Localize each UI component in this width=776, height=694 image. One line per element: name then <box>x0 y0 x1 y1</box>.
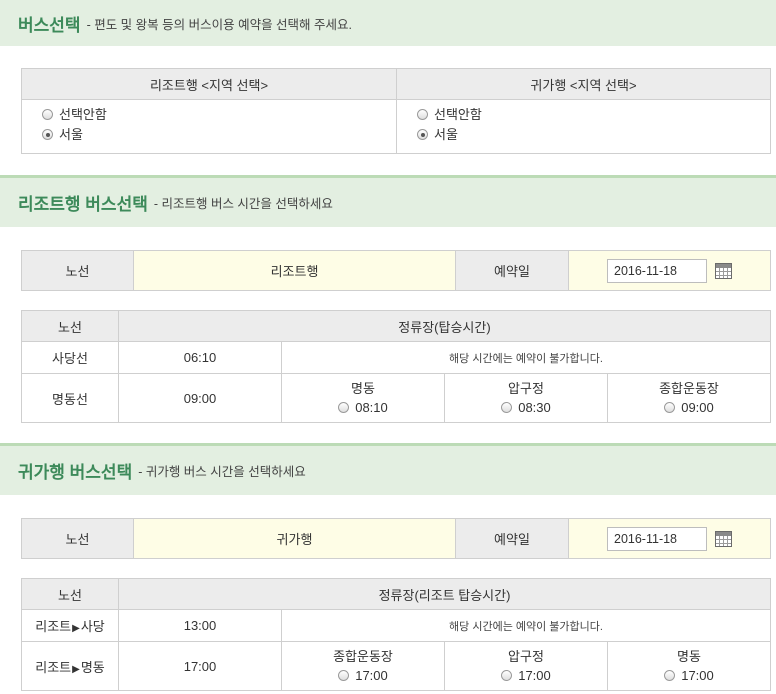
stop-option[interactable]: 종합운동장 09:00 <box>607 373 771 423</box>
col-route: 노선 <box>21 310 119 342</box>
arrow-right-icon: ▶ <box>72 663 80 675</box>
col-route: 노선 <box>21 578 119 610</box>
route-name: 리조트▶명동 <box>21 641 119 691</box>
stop-time: 17:00 <box>355 668 388 683</box>
radio-icon[interactable] <box>664 670 676 681</box>
departure-time: 06:10 <box>118 341 282 374</box>
section-title: 리조트행 버스선택 <box>18 195 148 214</box>
section-description: - 편도 및 왕복 등의 버스이용 예약을 선택해 주세요. <box>86 17 352 32</box>
return-region-options: 선택안함 서울 <box>396 99 771 154</box>
date-cell: 2016-11-18 <box>568 250 771 291</box>
unavailable-note: 해당 시간에는 예약이 불가합니다. <box>281 609 771 642</box>
arrow-right-icon: ▶ <box>72 623 80 634</box>
departure-time: 09:00 <box>118 373 282 423</box>
col-stops: 정류장(탑승시간) <box>118 310 771 342</box>
route-value: 귀가행 <box>133 518 456 559</box>
calendar-icon[interactable] <box>715 262 732 279</box>
section-title: 귀가행 버스선택 <box>18 463 133 482</box>
radio-checked-icon[interactable] <box>42 129 53 140</box>
resort-region-header: 리조트행 <지역 선택> <box>21 68 397 100</box>
route-name: 사당선 <box>21 341 119 374</box>
section-description: - 귀가행 버스 시간을 선택하세요 <box>138 465 306 479</box>
return-option-none[interactable]: 선택안함 <box>417 105 750 125</box>
region-select-table: 리조트행 <지역 선택> 귀가행 <지역 선택> 선택안함 서울 선택안함 서울 <box>21 68 771 154</box>
return-bus-header: 귀가행 버스선택 - 귀가행 버스 시간을 선택하세요 <box>0 443 776 495</box>
resort-bus-header: 리조트행 버스선택 - 리조트행 버스 시간을 선택하세요 <box>0 175 776 227</box>
stop-time: 09:00 <box>681 400 714 415</box>
section-description: - 리조트행 버스 시간을 선택하세요 <box>153 197 333 211</box>
return-region-header: 귀가행 <지역 선택> <box>396 68 771 100</box>
stop-time: 08:30 <box>518 400 551 415</box>
stop-name: 종합운동장 <box>333 649 393 664</box>
stop-time: 17:00 <box>681 668 714 683</box>
resort-option-none[interactable]: 선택안함 <box>42 105 376 125</box>
stop-name: 종합운동장 <box>659 381 719 396</box>
stop-time: 08:10 <box>355 400 388 415</box>
stop-option[interactable]: 명동 08:10 <box>281 373 445 423</box>
resort-timetable: 노선 정류장(탑승시간) 사당선 06:10 해당 시간에는 예약이 불가합니다… <box>21 310 771 423</box>
table-row: 리조트▶사당 13:00 해당 시간에는 예약이 불가합니다. <box>21 609 771 642</box>
date-label: 예약일 <box>455 518 569 559</box>
calendar-icon[interactable] <box>715 530 732 547</box>
radio-icon[interactable] <box>42 109 53 120</box>
radio-icon[interactable] <box>338 402 350 413</box>
radio-icon[interactable] <box>338 670 350 681</box>
date-label: 예약일 <box>455 250 569 291</box>
bus-select-header: 버스선택 - 편도 및 왕복 등의 버스이용 예약을 선택해 주세요. <box>0 0 776 46</box>
radio-icon[interactable] <box>664 402 676 413</box>
stop-name: 명동 <box>351 381 375 396</box>
date-cell: 2016-11-18 <box>568 518 771 559</box>
radio-checked-icon[interactable] <box>417 129 428 140</box>
departure-time: 17:00 <box>118 641 282 691</box>
stop-name: 압구정 <box>508 649 544 664</box>
unavailable-note: 해당 시간에는 예약이 불가합니다. <box>281 341 771 374</box>
resort-route-info-table: 노선 리조트행 예약일 2016-11-18 <box>21 250 771 291</box>
route-label: 노선 <box>21 518 134 559</box>
radio-icon[interactable] <box>501 670 513 681</box>
col-stops: 정류장(리조트 탑승시간) <box>118 578 771 610</box>
date-input[interactable]: 2016-11-18 <box>607 526 707 551</box>
stop-option[interactable]: 압구정 08:30 <box>444 373 608 423</box>
route-value: 리조트행 <box>133 250 456 291</box>
table-row: 사당선 06:10 해당 시간에는 예약이 불가합니다. <box>21 341 771 374</box>
stop-option[interactable]: 압구정 17:00 <box>444 641 608 691</box>
resort-option-seoul[interactable]: 서울 <box>42 125 376 145</box>
departure-time: 13:00 <box>118 609 282 642</box>
stop-option[interactable]: 명동 17:00 <box>607 641 771 691</box>
route-label: 노선 <box>21 250 134 291</box>
table-row: 리조트▶명동 17:00 종합운동장 17:00 압구정 17:00 명동 17… <box>21 641 771 691</box>
date-input[interactable]: 2016-11-18 <box>607 258 707 283</box>
route-name: 명동선 <box>21 373 119 423</box>
route-name: 리조트▶사당 <box>21 609 119 642</box>
radio-icon[interactable] <box>417 109 428 120</box>
radio-icon[interactable] <box>501 402 513 413</box>
stop-option[interactable]: 종합운동장 17:00 <box>281 641 445 691</box>
return-route-info-table: 노선 귀가행 예약일 2016-11-18 <box>21 518 771 559</box>
return-option-seoul[interactable]: 서울 <box>417 125 750 145</box>
section-title: 버스선택 <box>18 15 81 35</box>
table-row: 명동선 09:00 명동 08:10 압구정 08:30 종합운동장 09:00 <box>21 373 771 423</box>
resort-region-options: 선택안함 서울 <box>21 99 397 154</box>
return-timetable: 노선 정류장(리조트 탑승시간) 리조트▶사당 13:00 해당 시간에는 예약… <box>21 578 771 691</box>
stop-time: 17:00 <box>518 668 551 683</box>
stop-name: 압구정 <box>508 381 544 396</box>
stop-name: 명동 <box>677 649 701 664</box>
